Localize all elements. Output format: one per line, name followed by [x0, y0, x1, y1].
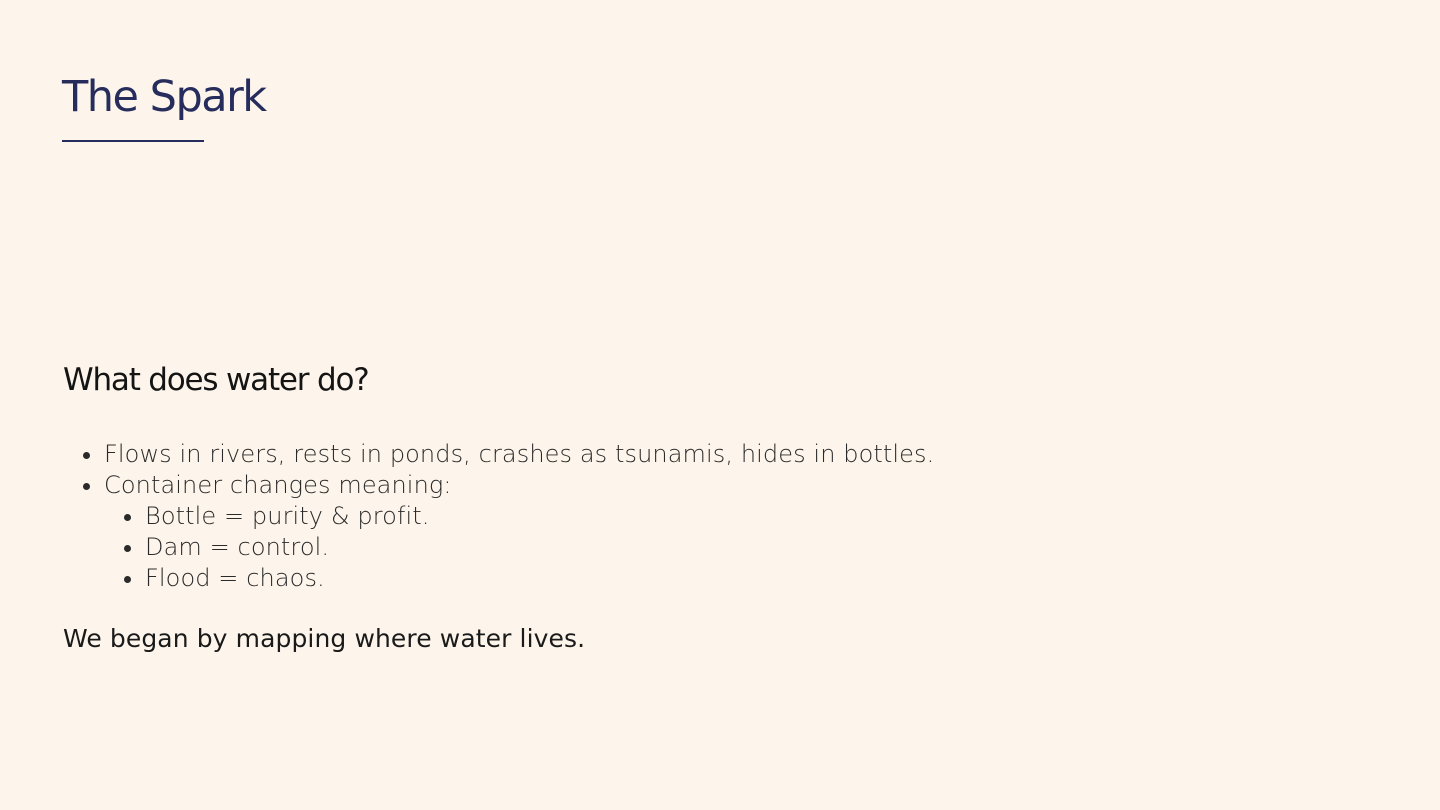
bullet-text: Container changes meaning:	[104, 471, 452, 500]
sub-bullet-list: Bottle = purity & profit. Dam = control.…	[104, 501, 1163, 594]
title-underline	[62, 140, 204, 142]
bullet-item: Flows in rivers, rests in ponds, crashes…	[104, 439, 1163, 470]
slide-content: What does water do? Flows in rivers, res…	[63, 362, 1163, 654]
closing-statement: We began by mapping where water lives.	[63, 624, 586, 654]
slide-title: The Spark	[62, 72, 267, 122]
sub-bullet-item: Flood = chaos.	[145, 563, 1163, 594]
bullet-list: Flows in rivers, rests in ponds, crashes…	[63, 439, 1163, 594]
section-heading: What does water do?	[63, 362, 370, 398]
sub-bullet-item: Bottle = purity & profit.	[145, 501, 1163, 532]
sub-bullet-item: Dam = control.	[145, 532, 1163, 563]
bullet-text: Flows in rivers, rests in ponds, crashes…	[104, 440, 935, 469]
bullet-item: Container changes meaning: Bottle = puri…	[104, 470, 1163, 594]
